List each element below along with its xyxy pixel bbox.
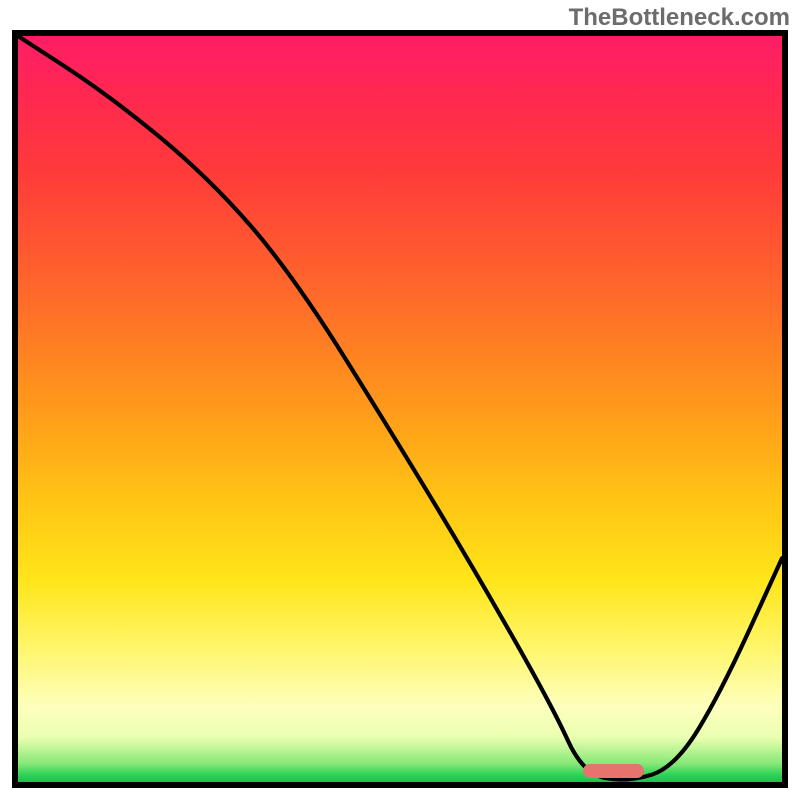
optimal-range-marker — [583, 764, 644, 778]
plot-area — [12, 30, 788, 788]
bottleneck-curve — [18, 36, 782, 782]
watermark-text: TheBottleneck.com — [569, 4, 790, 32]
